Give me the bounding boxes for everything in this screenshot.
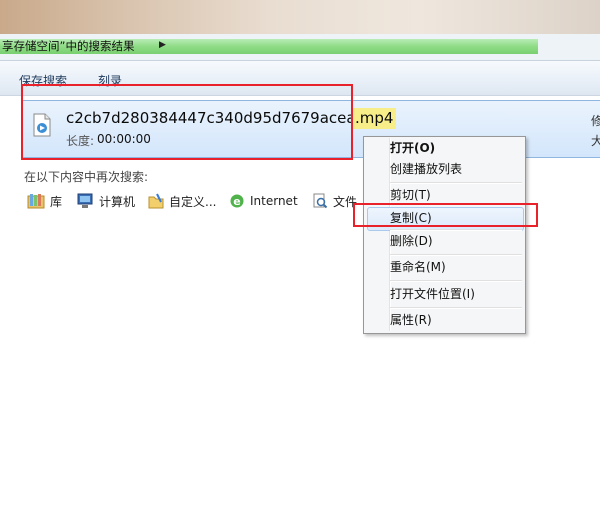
annotation-box-file: [21, 84, 353, 160]
file-extension-highlight: .mp4: [352, 108, 397, 129]
annotation-box-copy: [353, 203, 538, 227]
menu-item-delete[interactable]: 删除(D): [390, 230, 433, 252]
menu-item-open-file-location[interactable]: 打开文件位置(I): [390, 283, 475, 305]
file-search-icon: [313, 193, 328, 209]
menu-item-rename[interactable]: 重命名(M): [390, 256, 446, 278]
size-label-partial: 大: [591, 134, 600, 148]
search-again-heading: 在以下内容中再次搜索:: [24, 170, 149, 184]
location-label: 库: [50, 194, 63, 209]
modified-label-partial: 修: [591, 114, 600, 128]
address-path[interactable]: 享存储空间”中的搜索结果: [2, 38, 134, 55]
location-label: 自定义...: [169, 194, 217, 209]
location-label: Internet: [250, 194, 298, 208]
library-icon: [27, 194, 45, 209]
search-location-computer[interactable]: 计算机: [76, 192, 135, 210]
search-location-internet[interactable]: e Internet: [229, 192, 298, 210]
search-location-custom[interactable]: 自定义...: [148, 192, 216, 210]
menu-item-properties[interactable]: 属性(R): [390, 309, 432, 331]
svg-text:e: e: [233, 195, 240, 208]
context-menu: 打开(O) 创建播放列表 剪切(T) 复制(C) 删除(D) 重命名(M) 打开…: [363, 136, 526, 334]
window-title-bar: [0, 0, 600, 34]
location-label: 计算机: [99, 194, 136, 209]
menu-item-open[interactable]: 打开(O): [390, 137, 435, 159]
internet-explorer-icon: e: [230, 194, 244, 208]
address-bar[interactable]: 享存储空间”中的搜索结果 ▶: [0, 34, 600, 61]
menu-item-create-playlist[interactable]: 创建播放列表: [390, 158, 462, 180]
breadcrumb-arrow-icon[interactable]: ▶: [159, 40, 166, 50]
custom-folder-icon: [148, 193, 164, 209]
search-location-library[interactable]: 库: [27, 192, 62, 210]
menu-separator: [390, 280, 522, 282]
computer-icon: [77, 193, 93, 208]
search-location-file-contents[interactable]: 文件: [312, 192, 357, 210]
